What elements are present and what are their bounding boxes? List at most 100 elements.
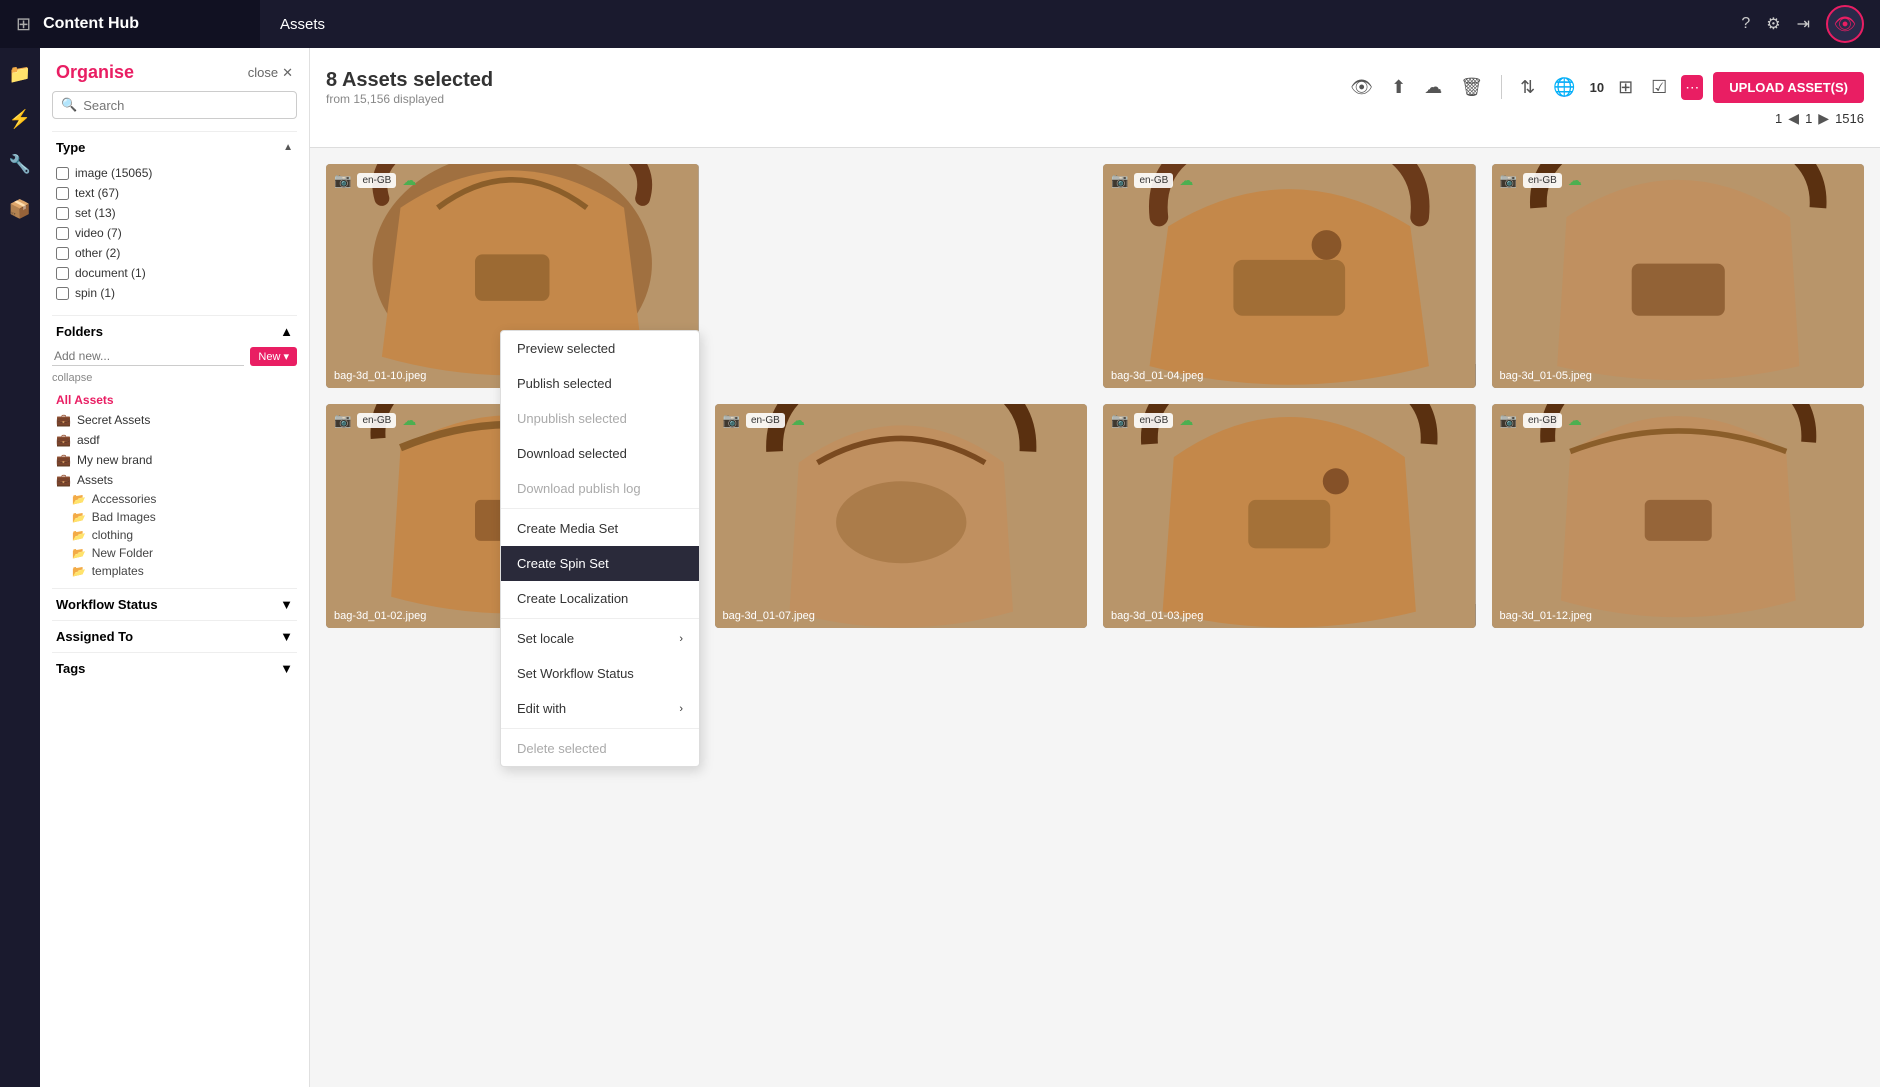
workflow-header[interactable]: Workflow Status ▼	[52, 588, 297, 620]
sort-icon-btn[interactable]: ⇅	[1516, 73, 1539, 102]
asset-card-6[interactable]: 📷 en-GB ☁ bag-3d_01-07.jpeg	[715, 404, 1088, 628]
filter-checkbox-set[interactable]	[56, 207, 69, 220]
selected-count: 8 Assets selected	[326, 69, 493, 92]
page-prev-btn[interactable]: ◀	[1788, 110, 1799, 127]
folder-all-assets[interactable]: All Assets	[52, 390, 297, 410]
check-btn[interactable]: ☑	[1647, 73, 1671, 102]
top-nav: ⊞ Content Hub Assets ? ⚙ ⇥ 👁	[0, 0, 1880, 48]
menu-item-preview[interactable]: Preview selected	[501, 331, 699, 366]
folder-secret-assets[interactable]: 💼 Secret Assets	[52, 410, 297, 430]
filter-item-video: video (7)	[52, 223, 297, 243]
filter-checkbox-spin[interactable]	[56, 287, 69, 300]
subfolder-templates[interactable]: 📂 templates	[68, 562, 297, 580]
lang-badge-5: en-GB	[357, 413, 396, 428]
asset-name-8: bag-3d_01-12.jpeg	[1500, 610, 1592, 622]
folders-header[interactable]: Folders ▲	[52, 315, 297, 347]
menu-label-unpublish: Unpublish selected	[517, 411, 627, 426]
asset-card-4[interactable]: 📷 en-GB ☁ bag-3d_01-05.jpeg	[1492, 164, 1865, 388]
asset-name-3: bag-3d_01-04.jpeg	[1111, 370, 1203, 382]
menu-item-create-localization[interactable]: Create Localization	[501, 581, 699, 616]
menu-item-publish[interactable]: Publish selected	[501, 366, 699, 401]
filter-label-video: video (7)	[75, 226, 122, 240]
organise-panel: Organise close ✕ 🔍 Type ▲ image (15065) …	[40, 48, 310, 1087]
cloud-icon-5: ☁	[402, 412, 416, 429]
box-icon[interactable]: 📦	[5, 195, 35, 224]
subfolder-bad-images[interactable]: 📂 Bad Images	[68, 508, 297, 526]
menu-item-set-locale[interactable]: Set locale ›	[501, 621, 699, 656]
filter-item-document: document (1)	[52, 263, 297, 283]
grid-icon[interactable]: ⊞	[16, 14, 31, 35]
toolbar-divider	[1501, 75, 1502, 99]
cloud-icon-btn[interactable]: ☁	[1420, 73, 1446, 102]
filter-checkbox-text[interactable]	[56, 187, 69, 200]
asset-card-3[interactable]: 📷 en-GB ☁ bag-3d_01-04.jpeg	[1103, 164, 1476, 388]
cloud-icon-4: ☁	[1568, 172, 1582, 189]
menu-item-edit-with[interactable]: Edit with ›	[501, 691, 699, 726]
subfolder-folder-icon-4: 📂	[72, 547, 86, 560]
subfolder-list: 📂 Accessories 📂 Bad Images 📂 clothing 📂 …	[52, 490, 297, 580]
folder-assets[interactable]: 💼 Assets	[52, 470, 297, 490]
new-folder-button[interactable]: New ▾	[250, 347, 297, 366]
menu-label-delete: Delete selected	[517, 741, 607, 756]
more-options-btn[interactable]: ⋯	[1681, 75, 1703, 100]
menu-item-create-media-set[interactable]: Create Media Set	[501, 511, 699, 546]
selection-info: 8 Assets selected from 15,156 displayed	[326, 69, 493, 106]
folder-my-new-brand[interactable]: 💼 My new brand	[52, 450, 297, 470]
folder-asdf[interactable]: 💼 asdf	[52, 430, 297, 450]
filter-checkbox-document[interactable]	[56, 267, 69, 280]
menu-item-download[interactable]: Download selected	[501, 436, 699, 471]
close-button[interactable]: close ✕	[248, 65, 293, 81]
logout-icon[interactable]: ⇥	[1797, 14, 1810, 34]
asset-name-6: bag-3d_01-07.jpeg	[723, 610, 815, 622]
asset-card-header-4: 📷 en-GB ☁	[1500, 172, 1857, 189]
help-icon[interactable]: ?	[1741, 15, 1750, 33]
avatar[interactable]: 👁	[1826, 5, 1864, 43]
filter-checkbox-image[interactable]	[56, 167, 69, 180]
preview-icon-btn[interactable]: 👁	[1346, 73, 1377, 102]
asset-name-7: bag-3d_01-03.jpeg	[1111, 610, 1203, 622]
globe-icon-btn[interactable]: 🌐	[1549, 73, 1579, 102]
tags-header[interactable]: Tags ▼	[52, 652, 297, 684]
edit-with-chevron-icon: ›	[679, 703, 683, 715]
collapse-link[interactable]: collapse	[52, 372, 297, 384]
page-number-display: 1	[1805, 111, 1812, 126]
set-locale-chevron-icon: ›	[679, 633, 683, 645]
type-filter-header[interactable]: Type ▲	[52, 131, 297, 163]
workflow-label: Workflow Status	[56, 597, 158, 612]
search-input[interactable]	[83, 98, 288, 113]
menu-item-download-log: Download publish log	[501, 471, 699, 506]
delete-icon-btn[interactable]: 🗑	[1456, 73, 1487, 102]
section-label: Assets	[280, 16, 325, 33]
briefcase-icon-4: 💼	[56, 473, 71, 487]
folders-section: Folders ▲ New ▾ collapse All Assets 💼 Se…	[40, 315, 309, 588]
settings-icon[interactable]: ⚙	[1766, 14, 1780, 34]
subfolder-accessories[interactable]: 📂 Accessories	[68, 490, 297, 508]
filter-checkbox-other[interactable]	[56, 247, 69, 260]
menu-label-preview: Preview selected	[517, 341, 615, 356]
filter-checkbox-video[interactable]	[56, 227, 69, 240]
menu-label-create-localization: Create Localization	[517, 591, 628, 606]
search-box: 🔍	[52, 91, 297, 119]
asset-name-4: bag-3d_01-05.jpeg	[1500, 370, 1592, 382]
filter-label-image: image (15065)	[75, 166, 152, 180]
menu-item-create-spin-set[interactable]: Create Spin Set	[501, 546, 699, 581]
folder-icon[interactable]: 📁	[5, 60, 35, 89]
subfolder-label-bad-images: Bad Images	[92, 510, 156, 524]
asset-card-header-6: 📷 en-GB ☁	[723, 412, 1080, 429]
filter-icon[interactable]: ⚡	[5, 105, 35, 134]
menu-label-publish: Publish selected	[517, 376, 612, 391]
menu-item-set-workflow[interactable]: Set Workflow Status	[501, 656, 699, 691]
asset-card-7[interactable]: 📷 en-GB ☁ bag-3d_01-03.jpeg	[1103, 404, 1476, 628]
subfolder-clothing[interactable]: 📂 clothing	[68, 526, 297, 544]
tools-icon[interactable]: 🔧	[5, 150, 35, 179]
grid-view-btn[interactable]: ⊞	[1614, 73, 1637, 102]
subfolder-folder-icon-1: 📂	[72, 493, 86, 506]
subfolder-new-folder[interactable]: 📂 New Folder	[68, 544, 297, 562]
assigned-header[interactable]: Assigned To ▼	[52, 620, 297, 652]
upload-assets-btn[interactable]: UPLOAD ASSET(S)	[1713, 72, 1864, 103]
page-next-btn[interactable]: ▶	[1818, 110, 1829, 127]
asset-card-8[interactable]: 📷 en-GB ☁ bag-3d_01-12.jpeg	[1492, 404, 1865, 628]
filter-label-text: text (67)	[75, 186, 119, 200]
upload-icon-btn[interactable]: ⬆	[1387, 73, 1410, 102]
folder-add-input[interactable]	[52, 347, 244, 366]
